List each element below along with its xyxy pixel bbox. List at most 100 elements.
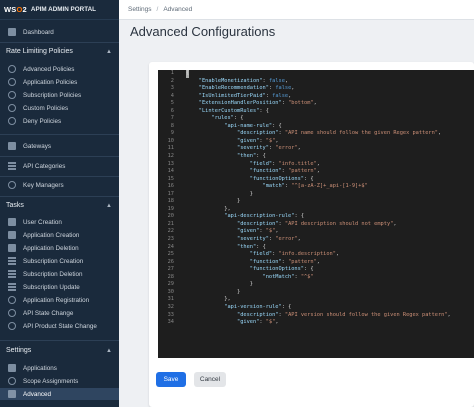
- divider: [0, 176, 119, 177]
- gutter: [177, 274, 186, 282]
- gutter: [177, 296, 186, 304]
- sidebar-item-subscription-policies[interactable]: Subscription Policies: [0, 89, 119, 101]
- sidebar-item-subscription-creation[interactable]: Subscription Creation: [0, 255, 119, 267]
- breadcrumb-settings-link[interactable]: Settings: [128, 6, 152, 13]
- sidebar-item-scope-assignments[interactable]: Scope Assignments: [0, 375, 119, 387]
- sidebar-item-user-creation[interactable]: User Creation: [0, 216, 119, 228]
- user-icon: [8, 218, 16, 226]
- line-number: 8: [170, 122, 174, 129]
- sidebar-item-advanced[interactable]: Advanced: [0, 388, 119, 400]
- divider: [0, 42, 119, 43]
- sidebar-item-applications[interactable]: Applications: [0, 362, 119, 374]
- sidebar-item-custom-policies[interactable]: Custom Policies: [0, 102, 119, 114]
- line-number: 1: [170, 70, 174, 76]
- code-line: 14 "function": "pattern",: [158, 168, 474, 176]
- cancel-button[interactable]: Cancel: [194, 372, 226, 387]
- subscription-icon: [8, 283, 16, 291]
- code-line: 27 "functionOptions": {: [158, 266, 474, 274]
- line-number: 2: [170, 77, 174, 84]
- line-number: 26: [167, 258, 174, 265]
- sidebar-item-api-state-change[interactable]: API State Change: [0, 307, 119, 319]
- sidebar-item-application-policies[interactable]: Application Policies: [0, 76, 119, 88]
- code-text: "api-name-rule": {: [224, 122, 282, 129]
- sidebar-item-subscription-update[interactable]: Subscription Update: [0, 281, 119, 293]
- sidebar-item-api-product-state-change[interactable]: API Product State Change: [0, 320, 119, 332]
- code-line: 2 "EnableMonetization": false,: [158, 78, 474, 86]
- gutter: [177, 115, 186, 123]
- sidebar-item-deny-policies[interactable]: Deny Policies: [0, 115, 119, 127]
- line-number: 13: [167, 160, 174, 167]
- gutter: [177, 93, 186, 101]
- code-line: 3 "EnableRecommendation": false,: [158, 85, 474, 93]
- code-line: 25 "field": "info.description",: [158, 251, 474, 259]
- code-line: 17 }: [158, 191, 474, 199]
- gutter: [177, 304, 186, 312]
- line-number: 15: [167, 175, 174, 182]
- list-icon: [8, 162, 16, 170]
- code-line: 16 "match": "^[a-zA-Z]+_api-[1-9]+$": [158, 183, 474, 191]
- gutter: [177, 70, 186, 78]
- gutter: [177, 100, 186, 108]
- sidebar-item-label: Gateways: [23, 142, 51, 150]
- gutter: [177, 251, 186, 259]
- gutter: [177, 289, 186, 297]
- sidebar-item-gateways[interactable]: Gateways: [0, 140, 119, 152]
- code-text: },: [224, 296, 231, 303]
- line-number: 33: [167, 311, 174, 318]
- sidebar-item-label: API Categories: [23, 162, 66, 170]
- code-text: "given": "$",: [237, 228, 279, 235]
- sidebar-item-label: Advanced Policies: [23, 65, 75, 73]
- save-button[interactable]: Save: [156, 372, 186, 387]
- code-text: }: [249, 190, 253, 197]
- code-line: 31 },: [158, 296, 474, 304]
- sidebar-item-api-categories[interactable]: API Categories: [0, 160, 119, 172]
- section-settings[interactable]: Settings ▲: [0, 343, 119, 358]
- code-line: 20 "api-description-rule": {: [158, 213, 474, 221]
- chevron-up-icon: ▲: [106, 347, 112, 354]
- code-text: "api-description-rule": {: [224, 213, 305, 220]
- code-text: }: [237, 288, 241, 295]
- policy-icon: [8, 104, 16, 112]
- policy-icon: [8, 91, 16, 99]
- gutter: [177, 206, 186, 214]
- code-text: "function": "pattern",: [249, 258, 320, 265]
- code-text: "ExtensionHandlerPosition": "bottom",: [198, 100, 317, 107]
- code-text: "field": "info.title",: [249, 160, 320, 167]
- gutter: [177, 123, 186, 131]
- code-text: "description": "API description should n…: [237, 220, 397, 227]
- code-text: },: [224, 205, 231, 212]
- line-number: 27: [167, 266, 174, 273]
- section-rate-limiting[interactable]: Rate Limiting Policies ▲: [0, 44, 119, 59]
- line-number: 14: [167, 168, 174, 175]
- chevron-up-icon: ▲: [106, 48, 112, 55]
- code-line: 19 },: [158, 206, 474, 214]
- sidebar-item-label: Custom Policies: [23, 104, 69, 112]
- policy-icon: [8, 65, 16, 73]
- sidebar-item-subscription-deletion[interactable]: Subscription Deletion: [0, 268, 119, 280]
- gutter: [177, 108, 186, 116]
- sidebar-item-application-deletion[interactable]: Application Deletion: [0, 242, 119, 254]
- sidebar-item-advanced-policies[interactable]: Advanced Policies: [0, 63, 119, 75]
- line-number: 6: [170, 107, 174, 114]
- key-icon: [8, 296, 16, 304]
- gutter: [177, 191, 186, 199]
- application-icon: [8, 364, 16, 372]
- text-cursor: {: [186, 70, 190, 78]
- code-text: "EnableMonetization": false,: [198, 77, 289, 84]
- sidebar-item-application-creation[interactable]: Application Creation: [0, 229, 119, 241]
- code-line: 28 "notMatch": "^$": [158, 274, 474, 282]
- code-line: 23 "severity": "error",: [158, 236, 474, 244]
- application-icon: [8, 244, 16, 252]
- section-tasks[interactable]: Tasks ▲: [0, 198, 119, 213]
- sidebar-item-application-registration[interactable]: Application Registration: [0, 294, 119, 306]
- sidebar-item-dashboard[interactable]: Dashboard: [0, 26, 119, 38]
- line-number: 25: [167, 251, 174, 258]
- sidebar-item-label: Scope Assignments: [23, 377, 79, 385]
- settings-icon: [8, 390, 16, 398]
- gutter: [177, 130, 186, 138]
- code-editor[interactable]: 1 {2 "EnableMonetization": false, 3 "Enabl…: [158, 70, 474, 358]
- divider: [0, 156, 119, 157]
- line-number: 22: [167, 228, 174, 235]
- sidebar-item-key-managers[interactable]: Key Managers: [0, 179, 119, 191]
- gutter: [177, 145, 186, 153]
